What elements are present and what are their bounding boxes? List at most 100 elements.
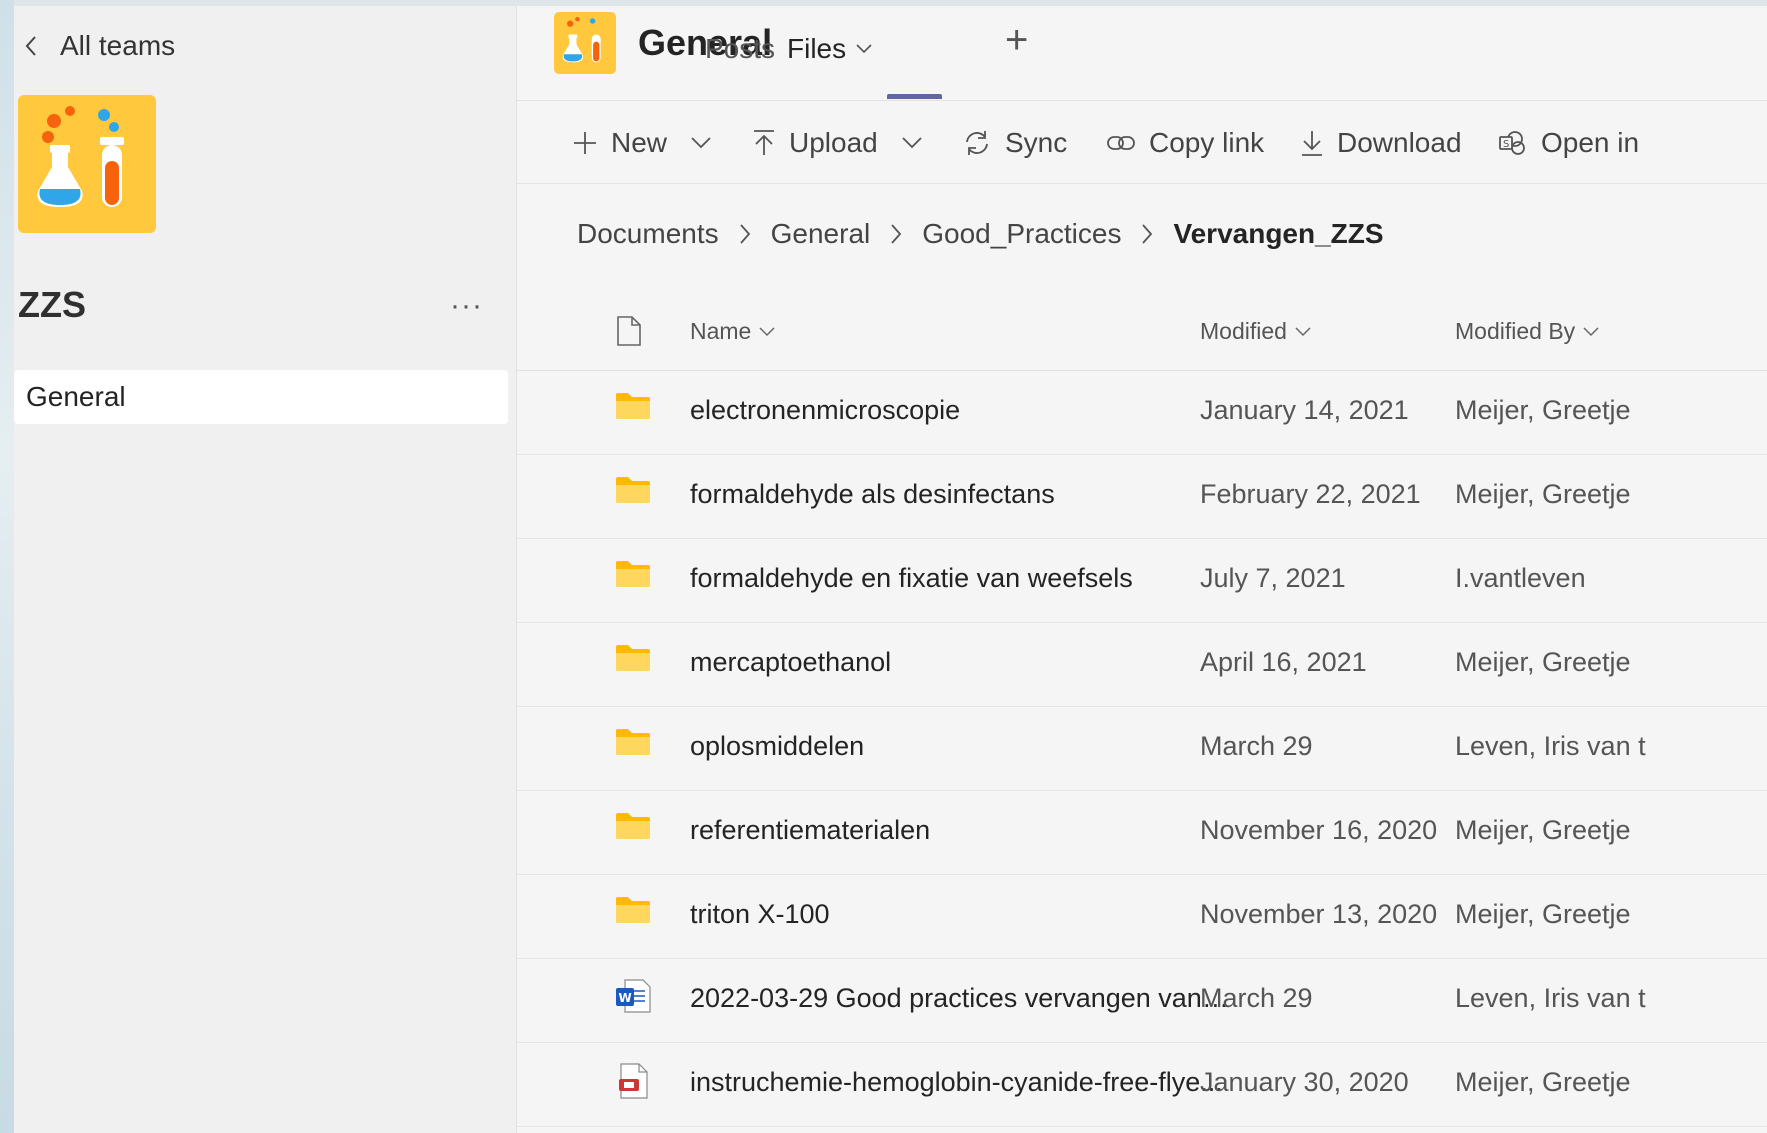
chevron-down-icon [902, 137, 922, 149]
link-icon [1107, 136, 1135, 150]
folder-icon [615, 727, 651, 762]
file-row[interactable]: instruchemie-hemoglobin-cyanide-free-fly… [517, 1043, 1767, 1127]
file-modified: March 29 [1200, 983, 1313, 1013]
folder-icon [615, 391, 651, 426]
active-tab-indicator [887, 94, 942, 99]
download-button[interactable]: Download [1301, 121, 1462, 165]
plus-icon [574, 132, 596, 154]
back-to-all-teams[interactable]: All teams [24, 26, 175, 66]
file-name: oplosmiddelen [690, 731, 865, 761]
chevron-down-icon [1583, 326, 1599, 336]
file-row[interactable]: triton X-100 November 13, 2020 Meijer, G… [517, 875, 1767, 959]
copy-link-label: Copy link [1149, 127, 1265, 158]
lab-flask-icon [562, 16, 601, 63]
file-modified-by: Meijer, Greetje [1455, 815, 1631, 845]
file-modified: February 22, 2021 [1200, 479, 1421, 509]
column-name-label: Name [690, 318, 752, 344]
folder-icon [615, 811, 651, 846]
chevron-right-icon [739, 224, 750, 244]
file-modified: March 29 [1200, 731, 1313, 761]
file-row[interactable]: formaldehyde als desinfectans February 2… [517, 455, 1767, 539]
file-name: referentiematerialen [690, 815, 931, 845]
channel-general[interactable]: General [14, 370, 508, 424]
column-modified-by-label: Modified By [1455, 318, 1576, 344]
team-more-options-icon[interactable]: ··· [450, 289, 483, 323]
folder-icon [615, 475, 651, 510]
file-type-icon[interactable] [617, 316, 641, 346]
tab-posts-label: Posts [705, 33, 776, 64]
sync-label: Sync [1005, 127, 1068, 158]
file-row[interactable]: oplosmiddelen March 29 Leven, Iris van t [517, 707, 1767, 791]
chevron-down-icon [691, 137, 711, 149]
open-in-sharepoint-button[interactable]: S Open in [1499, 121, 1639, 165]
file-row[interactable]: electronenmicroscopie January 14, 2021 M… [517, 371, 1767, 455]
sync-button[interactable]: Sync [963, 121, 1067, 165]
chevron-down-icon [759, 326, 775, 336]
column-header-modified[interactable]: Modified [1200, 318, 1311, 345]
file-modified: July 7, 2021 [1200, 563, 1346, 593]
chevron-left-icon [25, 36, 36, 56]
download-label: Download [1337, 127, 1462, 158]
file-modified: January 30, 2020 [1200, 1067, 1409, 1097]
lab-flask-icon [37, 106, 124, 207]
folder-icon [615, 643, 651, 678]
file-modified: April 16, 2021 [1200, 647, 1367, 677]
team-name: ZZS [18, 284, 86, 325]
file-row[interactable]: formaldehyde en fixatie van weefsels Jul… [517, 539, 1767, 623]
breadcrumb-documents[interactable]: Documents [577, 218, 719, 250]
svg-text:W: W [619, 991, 632, 1005]
channel-main: General Posts Files + New Upload Sync Co… [517, 6, 1767, 1133]
file-modified: November 13, 2020 [1200, 899, 1438, 929]
file-modified-by: Meijer, Greetje [1455, 1067, 1631, 1097]
word-document-icon: W [615, 979, 651, 1018]
breadcrumb-general[interactable]: General [771, 218, 871, 250]
breadcrumb-good-practices[interactable]: Good_Practices [922, 218, 1121, 250]
new-label: New [611, 127, 668, 158]
upload-icon [754, 130, 774, 155]
file-name: 2022-03-29 Good practices vervangen van … [690, 983, 1230, 1013]
column-header-name[interactable]: Name [690, 318, 775, 345]
channel-label: General [26, 381, 126, 412]
tab-posts[interactable]: Posts [705, 33, 775, 65]
file-row[interactable]: referentiematerialen November 16, 2020 M… [517, 791, 1767, 875]
breadcrumb: Documents General Good_Practices Vervang… [577, 218, 1384, 250]
chevron-down-icon [1295, 326, 1311, 336]
file-name: formaldehyde en fixatie van weefsels [690, 563, 1133, 593]
upload-label: Upload [789, 127, 878, 158]
upload-button[interactable]: Upload [753, 121, 922, 165]
file-modified-by: Leven, Iris van t [1455, 983, 1646, 1013]
pdf-document-icon [615, 1063, 651, 1104]
new-button[interactable]: New [573, 121, 711, 165]
file-row[interactable]: mercaptoethanol April 16, 2021 Meijer, G… [517, 623, 1767, 707]
download-icon [1302, 131, 1322, 156]
folder-icon [615, 559, 651, 594]
files-toolbar: New Upload Sync Copy link Download S Ope… [517, 101, 1767, 184]
file-modified-by: Meijer, Greetje [1455, 899, 1631, 929]
svg-text:S: S [1503, 139, 1509, 150]
open-in-label: Open in [1541, 127, 1640, 158]
file-modified-by: Meijer, Greetje [1455, 395, 1631, 425]
file-name: instruchemie-hemoglobin-cyanide-free-fly… [690, 1067, 1223, 1097]
chevron-right-icon [891, 224, 902, 244]
sharepoint-icon: S [1499, 131, 1525, 155]
file-name: formaldehyde als desinfectans [690, 479, 1055, 509]
copy-link-button[interactable]: Copy link [1107, 121, 1264, 165]
file-name: triton X-100 [690, 899, 830, 929]
column-modified-label: Modified [1200, 318, 1287, 344]
file-row[interactable]: W 2022-03-29 Good practices vervangen va… [517, 959, 1767, 1043]
add-tab-button[interactable]: + [1005, 20, 1028, 60]
sync-icon [966, 131, 988, 155]
team-avatar[interactable] [18, 95, 156, 233]
channel-team-icon [554, 12, 616, 74]
file-modified-by: Leven, Iris van t [1455, 731, 1646, 761]
column-header-modified-by[interactable]: Modified By [1455, 318, 1599, 345]
folder-icon [615, 895, 651, 930]
chevron-right-icon [1142, 224, 1153, 244]
channel-header: General Posts Files + [517, 6, 1767, 101]
file-list: electronenmicroscopie January 14, 2021 M… [517, 371, 1767, 1127]
desktop-background [0, 0, 14, 1133]
file-modified: November 16, 2020 [1200, 815, 1438, 845]
tab-files-label: Files [787, 33, 847, 64]
breadcrumb-current-folder: Vervangen_ZZS [1173, 218, 1384, 249]
tab-files[interactable]: Files [787, 33, 872, 65]
